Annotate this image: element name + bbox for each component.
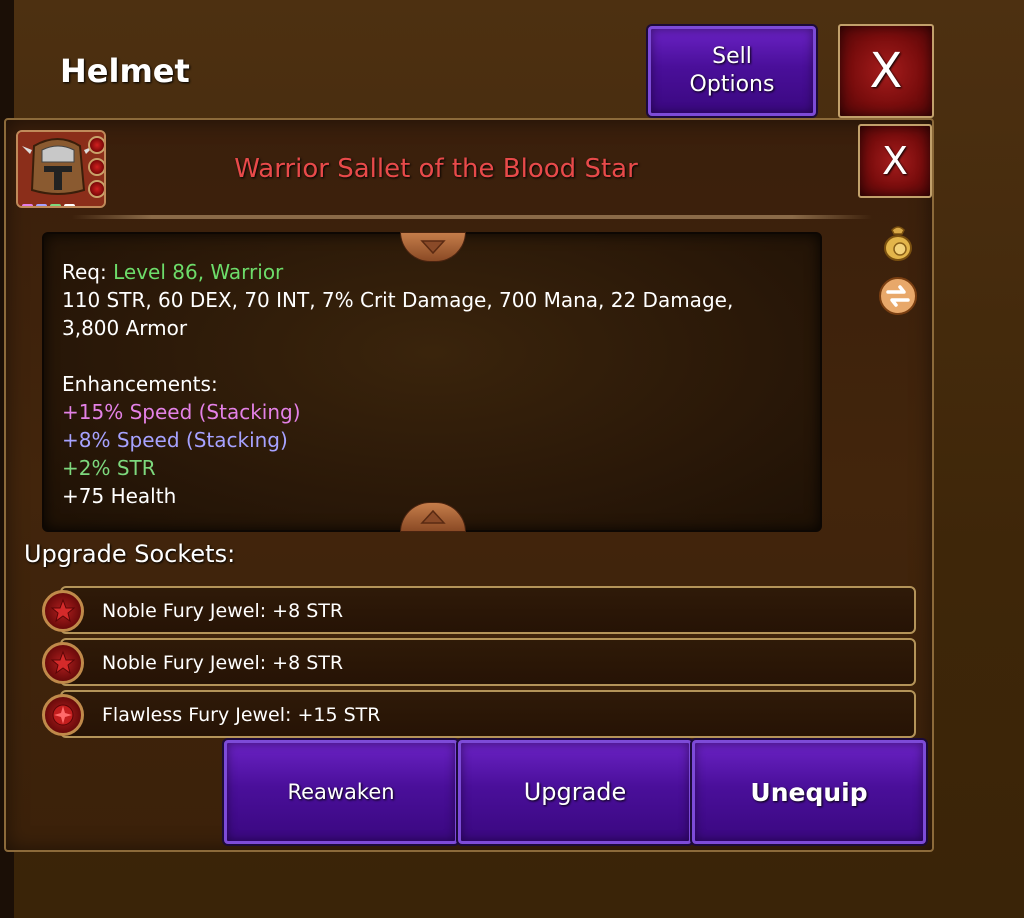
enhancement-line: +8% Speed (Stacking)	[62, 428, 288, 452]
req-label: Req:	[62, 260, 114, 284]
flawless-jewel-icon	[42, 694, 84, 736]
unequip-button[interactable]: Unequip	[692, 740, 926, 844]
star-jewel-icon	[42, 642, 84, 684]
stats-text: Req: Level 86, Warrior 110 STR, 60 DEX, …	[62, 258, 802, 510]
socket-jewel-text: Flawless Fury Jewel: +15 STR	[102, 704, 381, 726]
requirements-line: Req: Level 86, Warrior	[62, 258, 802, 286]
triangle-up-icon	[420, 509, 446, 524]
socket-row[interactable]: Flawless Fury Jewel: +15 STR	[42, 690, 916, 738]
item-detail-panel: Warrior Sallet of the Blood Star X Req: …	[4, 118, 934, 852]
base-stats-line-2: 3,800 Armor	[62, 316, 188, 340]
reawaken-label: Reawaken	[287, 780, 395, 804]
base-stats-line-1: 110 STR, 60 DEX, 70 INT, 7% Crit Damage,…	[62, 288, 734, 312]
swap-icon[interactable]	[878, 276, 918, 316]
unequip-label: Unequip	[750, 777, 868, 807]
sell-options-button[interactable]: Sell Options	[648, 26, 816, 116]
socket-row[interactable]: Noble Fury Jewel: +8 STR	[42, 638, 916, 686]
upgrade-sockets-heading: Upgrade Sockets:	[24, 540, 236, 568]
star-jewel-icon	[42, 590, 84, 632]
enhancement-line: +15% Speed (Stacking)	[62, 400, 301, 424]
item-name: Warrior Sallet of the Blood Star	[234, 154, 638, 184]
close-icon: X	[869, 43, 903, 99]
enhancement-line: +2% STR	[62, 456, 156, 480]
socket-row[interactable]: Noble Fury Jewel: +8 STR	[42, 586, 916, 634]
gold-bag-icon[interactable]	[878, 222, 918, 262]
title-divider	[72, 215, 872, 219]
close-item-button[interactable]: X	[858, 124, 932, 198]
req-separator: ,	[197, 260, 211, 284]
socket-indicator	[88, 136, 104, 154]
reawaken-button[interactable]: Reawaken	[224, 740, 458, 844]
close-panel-button[interactable]: X	[838, 24, 934, 118]
rarity-square-white	[64, 204, 75, 206]
close-icon: X	[881, 139, 909, 183]
upgrade-button[interactable]: Upgrade	[458, 740, 692, 844]
sell-options-label: Sell Options	[689, 44, 775, 97]
slot-title: Helmet	[60, 52, 190, 90]
enhancements-label: Enhancements:	[62, 372, 218, 396]
triangle-down-icon	[420, 240, 446, 255]
req-class: Warrior	[210, 260, 284, 284]
rarity-square-green	[50, 204, 61, 206]
upgrade-label: Upgrade	[523, 778, 627, 806]
req-level: Level 86	[113, 260, 198, 284]
item-stats-box[interactable]: Req: Level 86, Warrior 110 STR, 60 DEX, …	[42, 232, 822, 532]
rarity-square-lavender	[36, 204, 47, 206]
socket-jewel-text: Noble Fury Jewel: +8 STR	[102, 600, 344, 622]
socket-jewel-text: Noble Fury Jewel: +8 STR	[102, 652, 344, 674]
rarity-square-pink	[22, 204, 33, 206]
